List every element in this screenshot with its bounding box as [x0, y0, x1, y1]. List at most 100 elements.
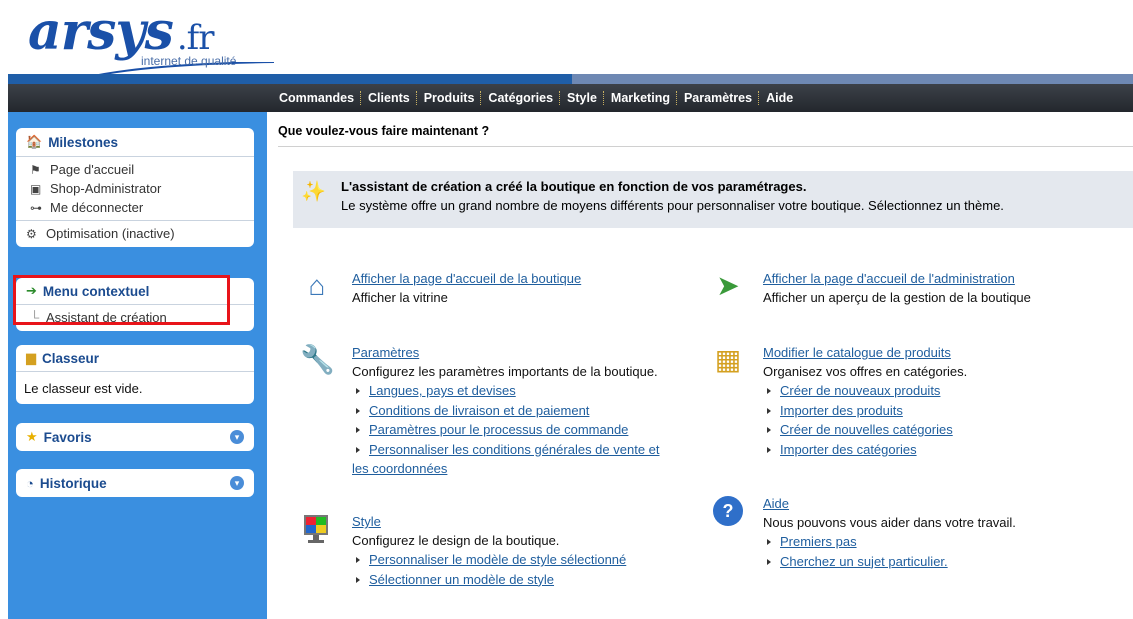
- link-langues[interactable]: Langues, pays et devises: [369, 383, 516, 398]
- favoris-header[interactable]: ★ Favoris ▾: [16, 423, 254, 451]
- historique-title: Historique: [39, 475, 107, 491]
- favoris-panel[interactable]: ★ Favoris ▾: [16, 423, 254, 451]
- home-icon: 🏠: [26, 134, 43, 149]
- catalogue-links: Créer de nouveaux produits Importer des …: [763, 381, 1113, 459]
- list-item: Importer des produits: [763, 401, 1113, 421]
- header-blue-bar-right: [572, 74, 1133, 84]
- monitor-palette-icon: [304, 515, 328, 543]
- catalogue-link[interactable]: Modifier le catalogue de produits: [763, 343, 1113, 362]
- nav-marketing[interactable]: Marketing: [608, 91, 673, 105]
- bullet-icon: [356, 388, 360, 395]
- historique-header[interactable]: ◔ Historique ▾: [16, 469, 254, 497]
- svg-text:?: ?: [723, 501, 734, 521]
- admin-home-link[interactable]: Afficher la page d'accueil de l'administ…: [763, 269, 1113, 288]
- favoris-title: Favoris: [43, 429, 92, 445]
- nav-aide[interactable]: Aide: [763, 91, 796, 105]
- sidebar-item-label: Optimisation (inactive): [46, 226, 175, 241]
- sidebar-item-label: Shop-Administrator: [50, 181, 162, 196]
- link-importer-categories[interactable]: Importer des catégories: [780, 442, 917, 457]
- link-selectionner-style[interactable]: Sélectionner un modèle de style: [369, 572, 554, 587]
- bullet-icon: [356, 557, 360, 564]
- list-item: Langues, pays et devises: [352, 381, 702, 401]
- nav-commandes[interactable]: Commandes: [276, 91, 357, 105]
- list-item: Importer des catégories: [763, 440, 1113, 460]
- catalogue-desc: Organisez vos offres en catégories.: [763, 364, 968, 379]
- nav-separator: [360, 91, 362, 105]
- list-item: Créer de nouvelles catégories: [763, 420, 1113, 440]
- list-item: Personnaliser les conditions générales d…: [352, 440, 702, 479]
- classeur-empty-text: Le classeur est vide.: [24, 381, 143, 396]
- nav-parametres[interactable]: Paramètres: [681, 91, 755, 105]
- boxes-icon: ▦: [714, 344, 742, 375]
- bullet-icon: [356, 407, 360, 414]
- sidebar-item-label: Me déconnecter: [50, 200, 144, 215]
- arsys-logo[interactable]: arsys .fr internet de qualité: [28, 1, 274, 80]
- star-icon: ★: [26, 429, 38, 444]
- house-icon: ⌂: [308, 270, 326, 301]
- help-circle-icon: ?: [713, 496, 743, 526]
- style-links: Personnaliser le modèle de style sélecti…: [352, 550, 702, 589]
- nav-produits[interactable]: Produits: [421, 91, 478, 105]
- link-conditions-generales-cont[interactable]: les coordonnées: [352, 461, 447, 476]
- page-question: Que voulez-vous faire maintenant ?: [278, 124, 490, 138]
- aide-desc: Nous pouvons vous aider dans votre trava…: [763, 515, 1016, 530]
- nav-style[interactable]: Style: [564, 91, 600, 105]
- link-personnaliser-style[interactable]: Personnaliser le modèle de style sélecti…: [369, 552, 626, 567]
- bullet-icon: [356, 446, 360, 453]
- list-item: Conditions de livraison et de paiement: [352, 401, 702, 421]
- wrench-icon: 🔧: [300, 344, 335, 375]
- logo-name: arsys: [28, 1, 174, 62]
- sidebar-item-shop-administrator[interactable]: ▣ Shop-Administrator: [16, 179, 254, 198]
- expand-icon[interactable]: ▾: [230, 430, 244, 444]
- shop-home-desc: Afficher la vitrine: [352, 290, 448, 305]
- divider: [16, 220, 254, 221]
- info-text: Le système offre un grand nombre de moye…: [341, 198, 1004, 213]
- parametres-link[interactable]: Paramètres: [352, 343, 702, 362]
- nav-separator: [559, 91, 561, 105]
- classeur-title: Classeur: [42, 350, 100, 366]
- milestones-header[interactable]: 🏠 Milestones: [16, 128, 254, 157]
- bullet-icon: [767, 427, 771, 434]
- link-livraison[interactable]: Conditions de livraison et de paiement: [369, 403, 589, 418]
- user-icon: ▣: [30, 181, 42, 196]
- shop-home-link[interactable]: Afficher la page d'accueil de la boutiqu…: [352, 269, 702, 288]
- divider: [278, 146, 1133, 147]
- list-item: Sélectionner un modèle de style: [352, 570, 702, 590]
- sidebar: 🏠 Milestones ⚑ Page d'accueil ▣ Shop-Adm…: [8, 112, 267, 619]
- link-processus-commande[interactable]: Paramètres pour le processus de commande: [369, 422, 628, 437]
- link-premiers-pas[interactable]: Premiers pas: [780, 534, 857, 549]
- milestones-title: Milestones: [48, 134, 118, 150]
- historique-panel[interactable]: ◔ Historique ▾: [16, 469, 254, 497]
- nav-categories[interactable]: Catégories: [485, 91, 556, 105]
- link-creer-categories[interactable]: Créer de nouvelles catégories: [780, 422, 953, 437]
- signpost-icon: ➤: [716, 270, 740, 301]
- admin-home-desc: Afficher un aperçu de la gestion de la b…: [763, 290, 1031, 305]
- sidebar-item-logout[interactable]: ⊶ Me déconnecter: [16, 198, 254, 217]
- info-box: ✨ L'assistant de création a créé la bout…: [293, 171, 1133, 228]
- sidebar-item-page-accueil[interactable]: ⚑ Page d'accueil: [16, 160, 254, 179]
- help-icon: ?: [711, 494, 745, 528]
- key-icon: ⊶: [30, 200, 42, 215]
- parametres-links: Langues, pays et devises Conditions de l…: [352, 381, 702, 479]
- top-navigation-bar: Commandes Clients Produits Catégories St…: [8, 84, 1133, 112]
- bullet-icon: [767, 539, 771, 546]
- classeur-header[interactable]: ▆ Classeur: [16, 345, 254, 372]
- expand-icon[interactable]: ▾: [230, 476, 244, 490]
- nav-clients[interactable]: Clients: [365, 91, 413, 105]
- bullet-icon: [356, 576, 360, 583]
- style-link[interactable]: Style: [352, 512, 702, 531]
- sidebar-item-optimisation[interactable]: ⚙ Optimisation (inactive): [16, 224, 254, 243]
- link-creer-produits[interactable]: Créer de nouveaux produits: [780, 383, 940, 398]
- aide-links: Premiers pas Cherchez un sujet particuli…: [763, 532, 1113, 571]
- nav-separator: [602, 91, 605, 105]
- list-item: Personnaliser le modèle de style sélecti…: [352, 550, 702, 570]
- link-conditions-generales[interactable]: Personnaliser les conditions générales d…: [369, 442, 660, 457]
- aide-link[interactable]: Aide: [763, 494, 1113, 513]
- monitor-icon: [300, 512, 334, 546]
- wand-icon: ✨: [301, 181, 326, 203]
- flag-icon: ⚑: [30, 162, 41, 177]
- main-menu: Commandes Clients Produits Catégories St…: [276, 84, 796, 112]
- logo-tld: .fr: [176, 18, 215, 58]
- link-importer-produits[interactable]: Importer des produits: [780, 403, 903, 418]
- link-chercher-sujet[interactable]: Cherchez un sujet particulier.: [780, 554, 948, 569]
